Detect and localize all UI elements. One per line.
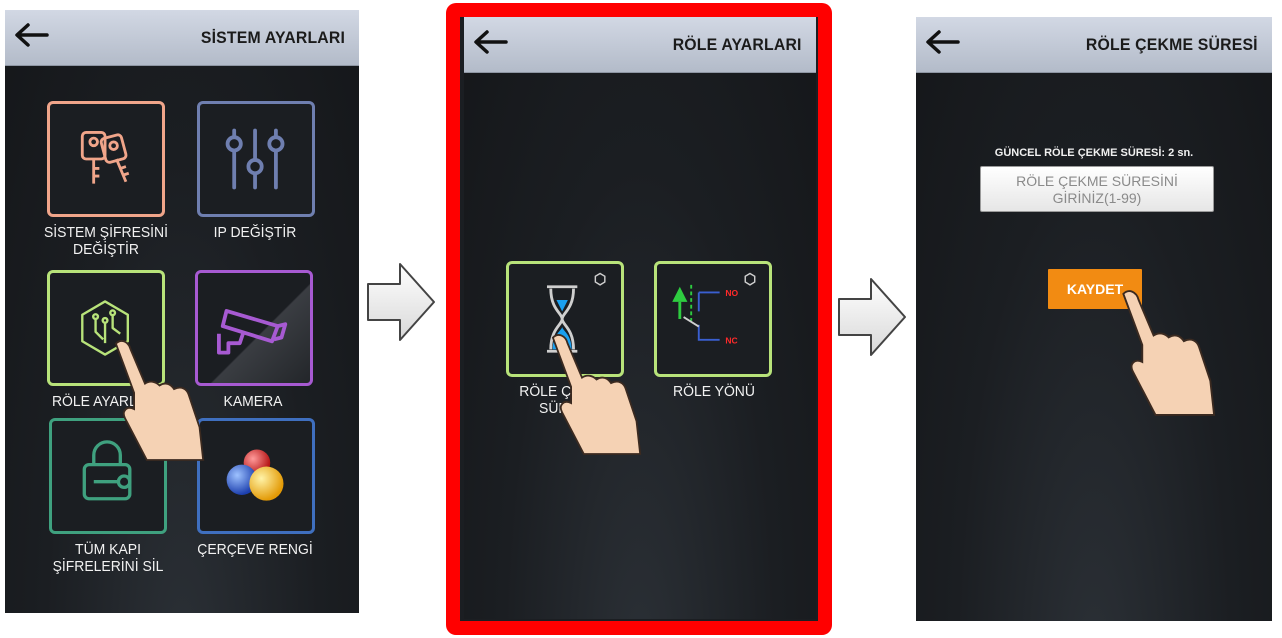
tile-frame-color[interactable] bbox=[197, 418, 315, 534]
relay-time-input[interactable]: RÖLE ÇEKME SÜRESİNİ GİRİNİZ(1-99) bbox=[980, 166, 1214, 212]
label-line: SİSTEM ŞİFRESİNİ bbox=[43, 224, 169, 241]
tile-label-change-system-password: SİSTEM ŞİFRESİNİ DEĞİŞTİR bbox=[18, 224, 195, 258]
top-bar: RÖLE ÇEKME SÜRESİ bbox=[916, 17, 1272, 73]
flow-arrow-icon bbox=[838, 278, 906, 356]
hand-pointer-icon bbox=[114, 340, 205, 461]
relay-switch-icon: NO NC bbox=[672, 272, 756, 346]
tile-label-delete-all-door-passwords: TÜM KAPI ŞİFRELERİNİ SİL bbox=[20, 541, 197, 575]
tile-label-relay-direction: RÖLE YÖNÜ bbox=[649, 383, 779, 400]
tile-camera[interactable] bbox=[195, 270, 313, 386]
tile-relay-direction[interactable]: NO NC bbox=[654, 261, 772, 377]
input-placeholder-line: RÖLE ÇEKME SÜRESİNİ bbox=[1016, 173, 1178, 189]
camera-icon bbox=[217, 309, 288, 355]
flow-arrow-icon bbox=[367, 263, 435, 341]
label-line: DEĞİŞTİR bbox=[73, 241, 139, 258]
back-arrow-icon[interactable] bbox=[922, 27, 962, 57]
label-line: RÖLE YÖNÜ bbox=[673, 383, 755, 400]
hand-pointer-icon bbox=[551, 334, 642, 455]
page-title: RÖLE AYARLARI bbox=[673, 35, 802, 54]
label-line: TÜM KAPI bbox=[75, 541, 141, 558]
tile-change-ip[interactable] bbox=[197, 101, 315, 217]
page-title: RÖLE ÇEKME SÜRESİ bbox=[1086, 35, 1258, 54]
label-line: IP DEĞİŞTİR bbox=[213, 224, 297, 241]
screen-system-settings: SİSTEM AYARLARI SİSTEM ŞİFRESİNİ DEĞİŞTİ… bbox=[5, 10, 359, 613]
relay-no-label: NO bbox=[725, 288, 738, 298]
back-arrow-icon[interactable] bbox=[11, 20, 51, 50]
label-line: KAMERA bbox=[223, 393, 283, 410]
tile-label-change-ip: IP DEĞİŞTİR bbox=[190, 224, 320, 241]
tile-change-system-password[interactable] bbox=[47, 101, 165, 217]
tile-label-frame-color: ÇERÇEVE RENGİ bbox=[190, 541, 320, 558]
label-line: ŞİFRELERİNİ SİL bbox=[52, 558, 164, 575]
current-relay-time-label: GÜNCEL RÖLE ÇEKME SÜRESİ: 2 sn. bbox=[994, 147, 1194, 159]
sliders-icon bbox=[225, 128, 285, 190]
label-line: ÇERÇEVE RENGİ bbox=[197, 541, 313, 558]
back-arrow-icon[interactable] bbox=[470, 27, 510, 57]
top-bar: SİSTEM AYARLARI bbox=[5, 10, 359, 66]
screen-relay-pull-time: RÖLE ÇEKME SÜRESİ GÜNCEL RÖLE ÇEKME SÜRE… bbox=[916, 17, 1272, 621]
top-bar: RÖLE AYARLARI bbox=[464, 17, 816, 73]
screen-relay-settings: RÖLE AYARLARI RÖLE ÇEKME SÜRESİ NO NC bbox=[464, 17, 816, 619]
hand-pointer-icon bbox=[1122, 290, 1216, 416]
keys-icon bbox=[80, 131, 130, 184]
page-title: SİSTEM AYARLARI bbox=[200, 28, 345, 47]
color-balls-icon bbox=[226, 449, 284, 501]
input-placeholder-line: GİRİNİZ(1-99) bbox=[1052, 190, 1142, 206]
relay-nc-label: NC bbox=[725, 336, 737, 346]
tile-label-camera: KAMERA bbox=[188, 393, 318, 410]
